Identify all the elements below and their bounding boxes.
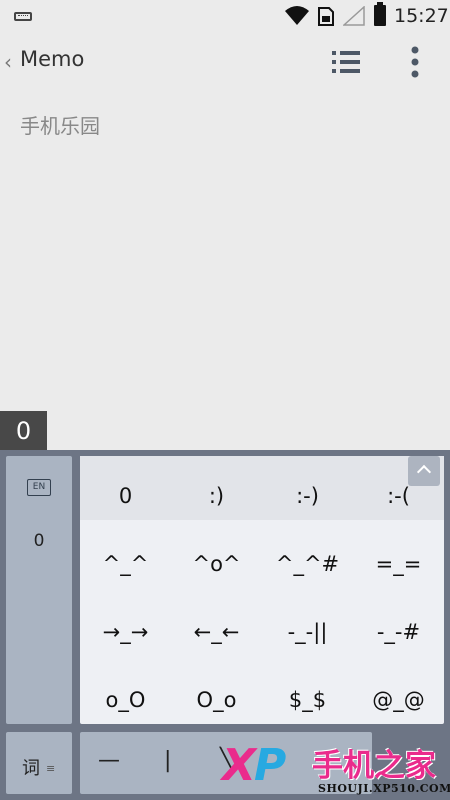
- more-vertical-icon[interactable]: [408, 46, 422, 78]
- emoticon-key[interactable]: :-(: [353, 484, 444, 508]
- watermark-logo: XP 手机之家 SHOUJI.XP510.COM: [222, 736, 450, 800]
- app-header: ‹ Memo: [0, 32, 450, 92]
- left-panel-item[interactable]: 0: [6, 531, 72, 551]
- signal-icon: [343, 6, 365, 26]
- emoticon-key[interactable]: @_@: [353, 688, 444, 712]
- word-mode-label: 词: [22, 758, 40, 779]
- collapse-chevron-up-icon[interactable]: [408, 456, 440, 486]
- bar-pipe-key[interactable]: |: [164, 748, 171, 773]
- emoticon-key[interactable]: :-): [262, 484, 353, 508]
- emoticon-key[interactable]: 0: [80, 484, 171, 508]
- list-icon[interactable]: [332, 50, 360, 74]
- status-time: 15:27: [394, 5, 449, 27]
- emoticon-key[interactable]: -_-#: [353, 620, 444, 644]
- lang-en-badge[interactable]: EN: [27, 479, 51, 496]
- keyboard-left-panel: EN 0: [6, 456, 72, 724]
- emoticon-key[interactable]: O_o: [171, 688, 262, 712]
- watermark-cn-text: 手机之家: [312, 748, 436, 784]
- wifi-icon: [285, 6, 309, 25]
- emoticon-key[interactable]: :): [171, 484, 262, 508]
- emoticon-key[interactable]: =_=: [353, 552, 444, 576]
- keyboard-icon: [14, 12, 32, 21]
- emoticon-key[interactable]: o_O: [80, 688, 171, 712]
- battery-icon: [374, 2, 386, 26]
- emoticon-key[interactable]: ←_←: [171, 620, 262, 644]
- emoticon-grid: 0 :) :-) :-( ^_^ ^o^ ^_^# =_= →_→ ←_← -_…: [80, 456, 444, 724]
- emoticon-key[interactable]: ^_^#: [262, 552, 353, 576]
- back-chevron-icon[interactable]: ‹: [4, 50, 12, 74]
- watermark-xp: XP: [222, 740, 286, 791]
- emoticon-key[interactable]: -_-||: [262, 620, 353, 644]
- candidate-strip: 0: [0, 411, 450, 450]
- emoticon-key[interactable]: ^o^: [171, 552, 262, 576]
- watermark-url: SHOUJI.XP510.COM: [318, 782, 450, 795]
- sim-card-icon: [318, 7, 334, 26]
- emoticon-key[interactable]: $_$: [262, 688, 353, 712]
- emoticon-key[interactable]: →_→: [80, 620, 171, 644]
- word-mode-sub-icon: ≡: [46, 762, 56, 775]
- candidate-item[interactable]: 0: [0, 411, 47, 450]
- emoticon-key[interactable]: ^_^: [80, 552, 171, 576]
- status-bar: 15:27: [0, 0, 450, 32]
- word-mode-button[interactable]: 词 ≡: [6, 732, 72, 794]
- memo-content[interactable]: 手机乐园: [20, 110, 100, 139]
- page-title[interactable]: Memo: [20, 47, 84, 71]
- bar-dash-key[interactable]: —: [98, 748, 120, 773]
